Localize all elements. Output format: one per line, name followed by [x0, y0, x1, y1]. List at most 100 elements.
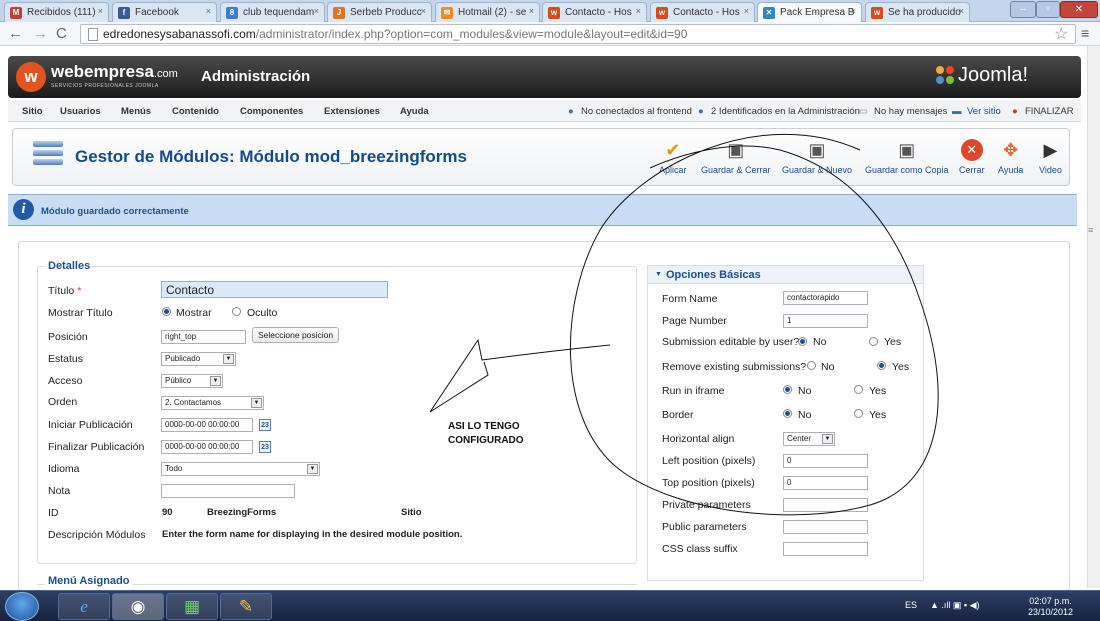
title-input[interactable]: Contacto [161, 281, 388, 298]
module-scope: Sitio [401, 507, 422, 518]
access-select[interactable]: Público ▼ [161, 374, 223, 388]
calendar-icon[interactable]: 23 [259, 441, 271, 453]
browser-tab-active[interactable]: ✕ Pack Empresa B × [757, 2, 862, 23]
select-position-button[interactable]: Seleccione posicion [252, 327, 340, 343]
save-copy-button[interactable]: ▣ Guardar como Copia [865, 139, 949, 175]
apply-button[interactable]: ✔ Aplicar [659, 139, 687, 175]
position-input[interactable]: right_top [161, 330, 246, 344]
editable-no-radio[interactable] [798, 337, 807, 346]
minimize-button[interactable]: – [1010, 1, 1036, 18]
browser-tab[interactable]: J Serbeb Producc × [327, 2, 432, 22]
border-no-radio[interactable] [783, 409, 792, 418]
border-label: Border [662, 409, 694, 421]
remove-yes-radio[interactable] [877, 361, 886, 370]
save-close-button[interactable]: ▣ Guardar & Cerrar [701, 139, 771, 175]
close-window-button[interactable]: ✕ [1060, 1, 1098, 18]
close-tab-icon[interactable]: × [98, 6, 103, 16]
close-tab-icon[interactable]: × [744, 6, 749, 16]
show-title-radio[interactable] [162, 307, 171, 316]
access-label: Acceso [48, 375, 83, 387]
note-input[interactable] [161, 484, 295, 498]
browser-tab[interactable]: M Recibidos (111) × [4, 2, 109, 22]
form-name-input[interactable]: contactorapido [783, 291, 868, 305]
view-site-link[interactable]: Ver sitio [967, 106, 1001, 117]
language-select[interactable]: Todo ▼ [161, 462, 320, 476]
chevron-down-icon: ▼ [307, 464, 318, 474]
close-tab-icon[interactable]: × [959, 6, 964, 16]
close-tab-icon[interactable]: × [636, 6, 641, 16]
order-select[interactable]: 2. Contactamos ▼ [161, 396, 264, 410]
messages-icon: ▭ [859, 106, 868, 117]
calendar-icon[interactable]: 23 [259, 419, 271, 431]
access-value: Público [165, 376, 192, 385]
save-close-label: Guardar & Cerrar [701, 165, 771, 175]
menu-item-extensiones[interactable]: Extensiones [324, 106, 380, 117]
browser-tab[interactable]: ✉ Hotmail (2) - se × [435, 2, 540, 22]
order-label: Orden [48, 396, 78, 408]
menu-item-ayuda[interactable]: Ayuda [400, 106, 429, 117]
back-arrow-icon[interactable]: ← [8, 25, 23, 42]
halign-select[interactable]: Center ▼ [783, 432, 835, 446]
paint-icon[interactable]: ✎ [220, 593, 272, 620]
maximize-button[interactable]: ▫ [1036, 1, 1060, 18]
iframe-no-radio[interactable] [783, 385, 792, 394]
help-button[interactable]: ✥ Ayuda [998, 139, 1023, 175]
close-button[interactable]: ✕ Cerrar [959, 139, 985, 175]
chrome-icon[interactable]: ◉ [112, 593, 164, 620]
menu-item-contenido[interactable]: Contenido [172, 106, 219, 117]
top-position-input[interactable]: 0 [783, 476, 868, 490]
browser-tab[interactable]: w Se ha producido × [865, 2, 970, 22]
close-tab-icon[interactable]: × [529, 6, 534, 16]
internet-explorer-icon[interactable]: e [58, 593, 110, 620]
finish-label: Finalizar Publicación [48, 441, 145, 453]
hide-title-radio[interactable] [232, 307, 241, 316]
gmail-icon: M [10, 7, 22, 19]
basic-options-title[interactable]: Opciones Básicas [666, 269, 761, 281]
reload-icon[interactable]: C [56, 25, 67, 42]
scrollbar-grip-icon: ≡ [1088, 225, 1094, 235]
url-input[interactable]: edredonesysabanassofi.com/administrator/… [80, 24, 1076, 44]
page-scrollbar[interactable] [1087, 46, 1100, 588]
browser-tab[interactable]: 8 club tequendam × [220, 2, 325, 22]
editable-yes-radio[interactable] [869, 337, 878, 346]
public-params-input[interactable] [783, 520, 868, 534]
start-date-input[interactable]: 0000-00-00 00:00:00 [161, 418, 253, 432]
save-new-button[interactable]: ▣ Guardar & Nuevo [782, 139, 852, 175]
excel-icon[interactable]: ▦ [166, 593, 218, 620]
tray-language[interactable]: ES [905, 600, 917, 610]
close-tab-icon[interactable]: × [314, 6, 319, 16]
start-button[interactable] [5, 592, 39, 621]
page-number-input[interactable]: 1 [783, 314, 868, 328]
id-label: ID [48, 507, 59, 519]
menu-item-menus[interactable]: Menús [121, 106, 151, 117]
remove-no-radio[interactable] [807, 361, 816, 370]
forward-arrow-icon[interactable]: → [33, 25, 48, 42]
show-option-label: Mostrar [176, 307, 212, 319]
browser-tab[interactable]: w Contacto - Hos × [650, 2, 755, 22]
iframe-yes-radio[interactable] [854, 385, 863, 394]
browser-tab[interactable]: w Contacto - Hos × [542, 2, 647, 22]
close-tab-icon[interactable]: × [206, 6, 211, 16]
close-tab-icon[interactable]: × [421, 6, 426, 16]
windows-taskbar: e ◉ ▦ ✎ ES ▲ .ıll ▣ ▪ ◀) 02:07 p.m. 23/1… [0, 590, 1100, 621]
tray-icons[interactable]: ▲ .ıll ▣ ▪ ◀) [930, 600, 980, 611]
taskbar-clock[interactable]: 02:07 p.m. 23/10/2012 [1028, 596, 1073, 618]
private-params-input[interactable] [783, 498, 868, 512]
browser-tab[interactable]: f Facebook × [112, 2, 217, 22]
css-suffix-input[interactable] [783, 542, 868, 556]
close-tab-icon[interactable]: × [851, 6, 856, 16]
video-button[interactable]: ▶ Video [1039, 139, 1062, 175]
save-close-icon: ▣ [727, 140, 745, 160]
bookmark-star-icon[interactable]: ☆ [1054, 24, 1068, 44]
chevron-down-icon: ▼ [251, 398, 262, 408]
status-select[interactable]: Publicado ▼ [161, 352, 236, 366]
menu-item-componentes[interactable]: Componentes [240, 106, 303, 117]
left-position-input[interactable]: 0 [783, 454, 868, 468]
menu-item-sitio[interactable]: Sitio [22, 106, 43, 117]
browser-menu-icon[interactable]: ≡ [1081, 25, 1089, 41]
border-yes-radio[interactable] [854, 409, 863, 418]
messages-status[interactable]: No hay mensajes [874, 106, 947, 117]
finish-date-input[interactable]: 0000-00-00 00:00:00 [161, 440, 253, 454]
menu-item-usuarios[interactable]: Usuarios [60, 106, 101, 117]
logout-link[interactable]: FINALIZAR [1025, 106, 1074, 117]
